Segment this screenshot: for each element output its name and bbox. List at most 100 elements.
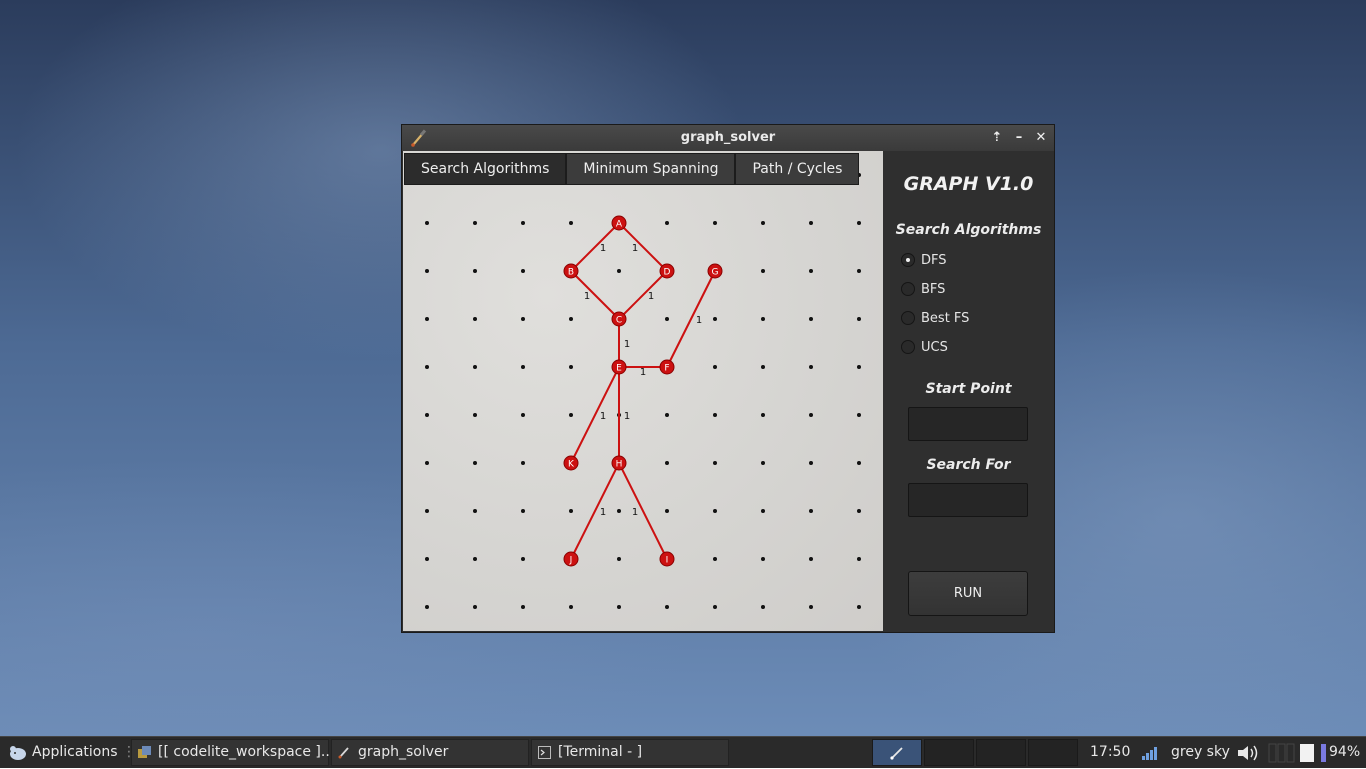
grid-point[interactable] xyxy=(809,413,813,417)
grid-point[interactable] xyxy=(425,365,429,369)
applications-menu[interactable]: Applications xyxy=(32,737,118,769)
start-point-input[interactable] xyxy=(908,407,1028,441)
grid-point[interactable] xyxy=(425,317,429,321)
grid-point[interactable] xyxy=(713,317,717,321)
workspace-4[interactable] xyxy=(1028,739,1078,766)
grid-point[interactable] xyxy=(617,605,621,609)
grid-point[interactable] xyxy=(713,221,717,225)
task-graph-solver[interactable]: graph_solver xyxy=(331,739,529,766)
radio-button-ucs[interactable] xyxy=(901,340,915,354)
graph-edge[interactable] xyxy=(618,270,668,320)
grid-point[interactable] xyxy=(713,605,717,609)
grid-point[interactable] xyxy=(857,317,861,321)
window-titlebar[interactable]: graph_solver ⇡ – ✕ xyxy=(402,125,1054,151)
grid-point[interactable] xyxy=(473,317,477,321)
grid-point[interactable] xyxy=(569,605,573,609)
grid-point[interactable] xyxy=(665,509,669,513)
radio-best-fs[interactable]: Best FS xyxy=(901,308,969,328)
weather-label[interactable]: grey sky xyxy=(1171,737,1230,769)
cpu-graph-icon[interactable] xyxy=(1268,743,1296,763)
grid-point[interactable] xyxy=(857,413,861,417)
grid-point[interactable] xyxy=(425,221,429,225)
grid-point[interactable] xyxy=(761,509,765,513)
maximize-button[interactable]: ⇡ xyxy=(988,129,1006,147)
grid-point[interactable] xyxy=(569,317,573,321)
tab-path-cycles[interactable]: Path / Cycles xyxy=(735,153,860,185)
grid-point[interactable] xyxy=(713,365,717,369)
task-terminal[interactable]: [Terminal - ] xyxy=(531,739,729,766)
grid-point[interactable] xyxy=(473,269,477,273)
grid-point[interactable] xyxy=(857,461,861,465)
grid-point[interactable] xyxy=(809,461,813,465)
grid-point[interactable] xyxy=(809,509,813,513)
radio-button-dfs[interactable] xyxy=(901,253,915,267)
volume-icon[interactable] xyxy=(1236,744,1260,762)
grid-point[interactable] xyxy=(665,413,669,417)
grid-point[interactable] xyxy=(761,269,765,273)
graph-edge[interactable] xyxy=(570,270,620,320)
run-button[interactable]: RUN xyxy=(908,571,1028,616)
graph-canvas[interactable]: 11111111111ABDGCEFKHJI xyxy=(403,151,883,631)
graph-edge[interactable] xyxy=(618,462,668,560)
tab-search-algorithms[interactable]: Search Algorithms xyxy=(404,153,567,185)
grid-point[interactable] xyxy=(617,557,621,561)
grid-point[interactable] xyxy=(569,413,573,417)
grid-point[interactable] xyxy=(713,413,717,417)
grid-point[interactable] xyxy=(425,605,429,609)
grid-point[interactable] xyxy=(473,509,477,513)
clock[interactable]: 17:50 xyxy=(1090,737,1130,769)
grid-point[interactable] xyxy=(473,461,477,465)
grid-point[interactable] xyxy=(761,461,765,465)
search-for-input[interactable] xyxy=(908,483,1028,517)
graph-edge[interactable] xyxy=(666,270,716,368)
grid-point[interactable] xyxy=(521,461,525,465)
grid-point[interactable] xyxy=(857,365,861,369)
grid-point[interactable] xyxy=(713,509,717,513)
grid-point[interactable] xyxy=(425,461,429,465)
grid-point[interactable] xyxy=(521,365,525,369)
grid-point[interactable] xyxy=(665,317,669,321)
grid-point[interactable] xyxy=(425,413,429,417)
grid-point[interactable] xyxy=(425,269,429,273)
grid-point[interactable] xyxy=(617,269,621,273)
grid-point[interactable] xyxy=(473,221,477,225)
grid-point[interactable] xyxy=(809,269,813,273)
grid-point[interactable] xyxy=(473,413,477,417)
radio-ucs[interactable]: UCS xyxy=(901,337,948,357)
network-signal-icon[interactable] xyxy=(1141,745,1159,761)
grid-point[interactable] xyxy=(521,605,525,609)
grid-point[interactable] xyxy=(761,413,765,417)
grid-point[interactable] xyxy=(521,221,525,225)
workspace-1[interactable] xyxy=(872,739,922,766)
grid-point[interactable] xyxy=(761,365,765,369)
grid-point[interactable] xyxy=(713,557,717,561)
grid-point[interactable] xyxy=(809,221,813,225)
radio-button-bfs[interactable] xyxy=(901,282,915,296)
grid-point[interactable] xyxy=(473,557,477,561)
grid-point[interactable] xyxy=(857,269,861,273)
grid-point[interactable] xyxy=(665,461,669,465)
workspace-3[interactable] xyxy=(976,739,1026,766)
close-button[interactable]: ✕ xyxy=(1032,129,1050,147)
radio-dfs[interactable]: DFS xyxy=(901,250,947,270)
tab-minimum-spanning[interactable]: Minimum Spanning xyxy=(566,153,736,185)
grid-point[interactable] xyxy=(665,221,669,225)
graph-drawing[interactable]: 1 11 11111 11 1AB D GCE FK HJ I xyxy=(403,151,883,631)
task-codelite[interactable]: [[ codelite_workspace ]... xyxy=(131,739,334,766)
graph-edge[interactable] xyxy=(570,462,620,560)
grid-point[interactable] xyxy=(425,509,429,513)
grid-point[interactable] xyxy=(761,221,765,225)
grid-point[interactable] xyxy=(857,221,861,225)
grid-point[interactable] xyxy=(473,605,477,609)
workspace-2[interactable] xyxy=(924,739,974,766)
grid-point[interactable] xyxy=(521,269,525,273)
graph-edge[interactable] xyxy=(618,222,668,272)
radio-bfs[interactable]: BFS xyxy=(901,279,945,299)
grid-point[interactable] xyxy=(569,509,573,513)
grid-point[interactable] xyxy=(569,221,573,225)
grid-point[interactable] xyxy=(665,605,669,609)
radio-button-best-fs[interactable] xyxy=(901,311,915,325)
grid-point[interactable] xyxy=(521,557,525,561)
grid-point[interactable] xyxy=(857,557,861,561)
graph-edge[interactable] xyxy=(570,366,620,464)
